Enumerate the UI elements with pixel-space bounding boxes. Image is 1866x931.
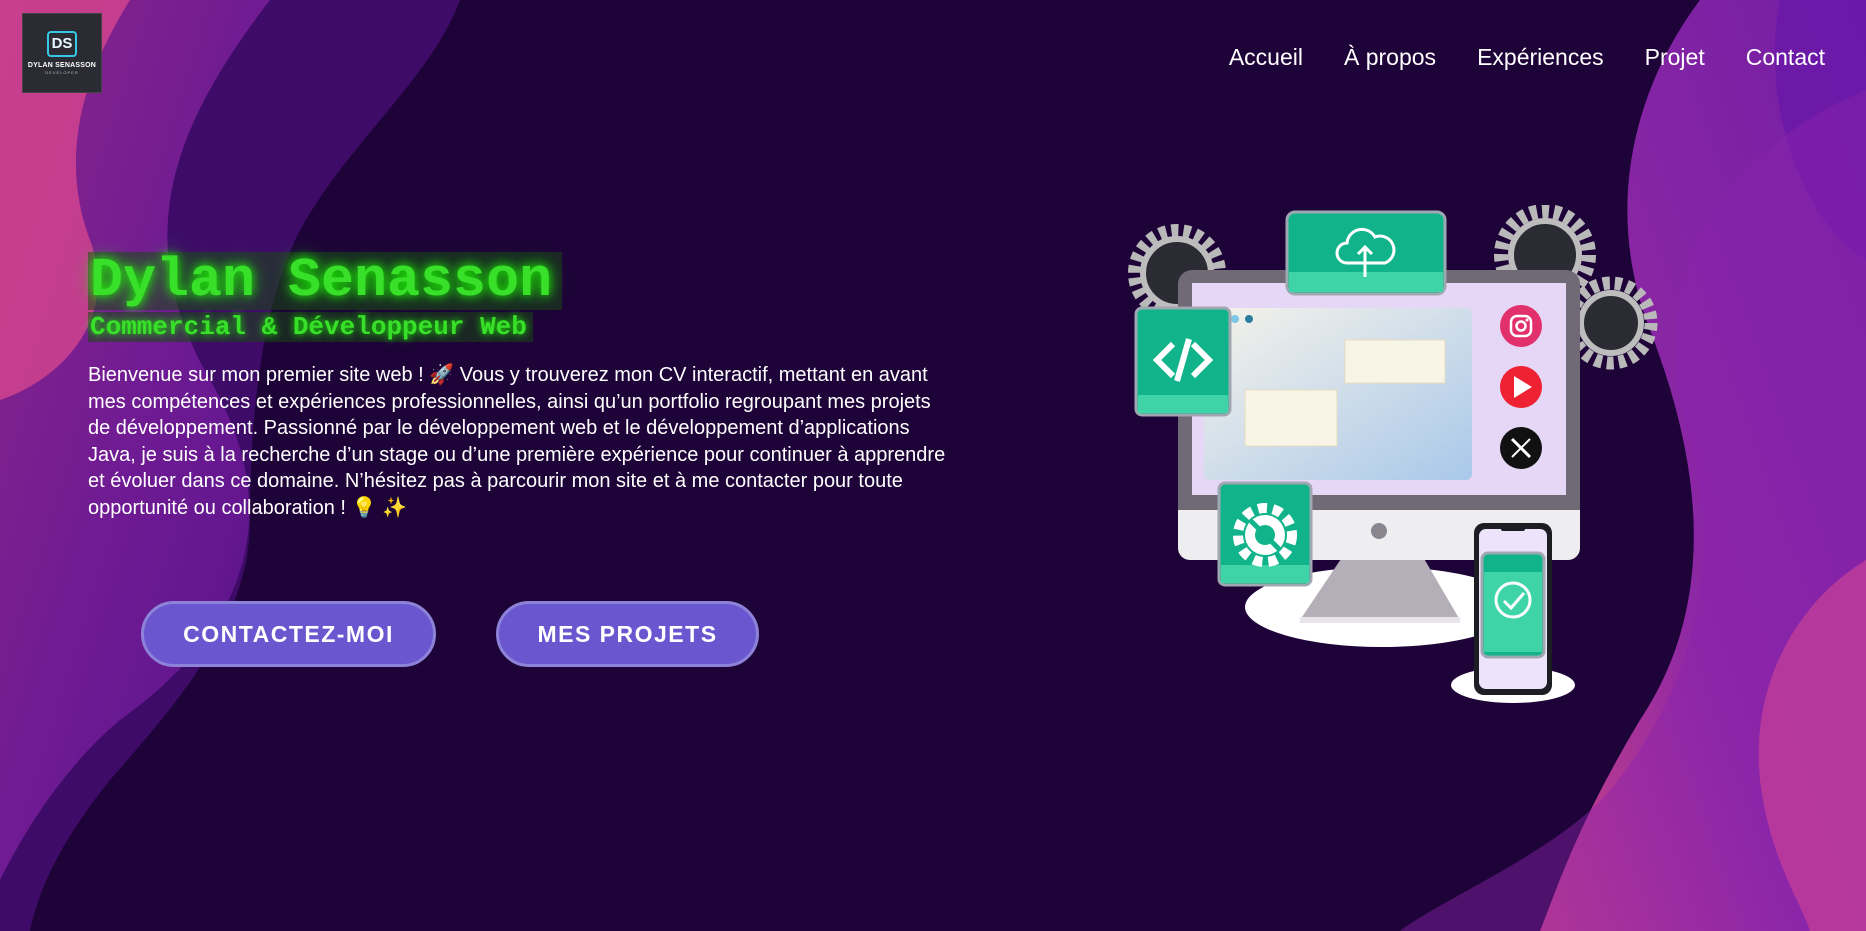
hero-section: Dylan Senasson Commercial & Développeur … [88, 252, 968, 521]
logo-monogram: DS [47, 31, 77, 57]
monitor-stand [1300, 550, 1460, 620]
hero-name: Dylan Senasson [88, 252, 563, 310]
x-icon [1500, 427, 1542, 469]
youtube-icon [1500, 366, 1542, 408]
instagram-icon [1500, 305, 1542, 347]
nav-item-contact[interactable]: Contact [1746, 44, 1825, 71]
check-icon [1480, 551, 1546, 659]
hero-intro: Bienvenue sur mon premier site web ! 🚀 V… [88, 364, 946, 519]
gear-decoration-right [1564, 276, 1658, 370]
hero-subtitle: Commercial & Développeur Web [88, 312, 533, 342]
gear-icon [1217, 481, 1313, 587]
logo-name: DYLAN SENASSON [27, 62, 97, 69]
nav-item-projet[interactable]: Projet [1645, 44, 1705, 71]
code-icon [1134, 306, 1232, 417]
projects-button[interactable]: MES PROJETS [496, 601, 759, 667]
contact-button[interactable]: CONTACTEZ-MOI [141, 601, 436, 667]
nav-item-accueil[interactable]: Accueil [1229, 44, 1303, 71]
site-logo[interactable]: DS DYLAN SENASSON DEVELOPER [22, 13, 102, 93]
logo-tagline: DEVELOPER [45, 70, 79, 75]
main-nav: Accueil À propos Expériences Projet Cont… [1229, 44, 1825, 71]
nav-item-experiences[interactable]: Expériences [1477, 44, 1604, 71]
hero-illustration [1128, 205, 1658, 703]
nav-item-a-propos[interactable]: À propos [1344, 44, 1436, 71]
cloud-upload-icon [1285, 210, 1447, 296]
